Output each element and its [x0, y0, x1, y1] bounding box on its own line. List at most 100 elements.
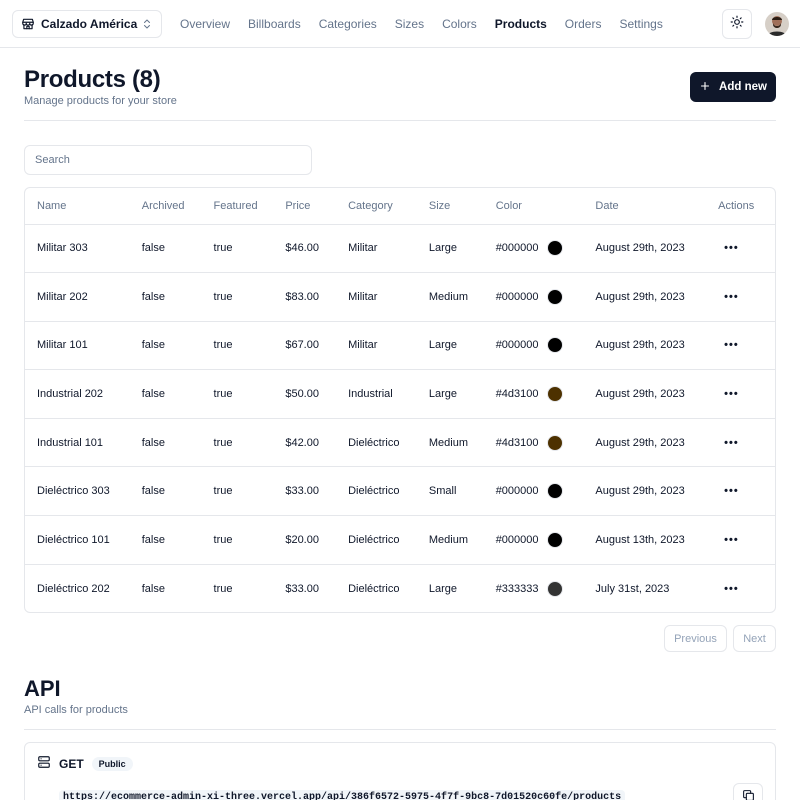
cell-name: Militar 101	[37, 339, 88, 352]
cell-size: Large	[428, 582, 458, 595]
nav-link-categories[interactable]: Categories	[319, 17, 377, 31]
add-new-button[interactable]: Add new	[690, 72, 776, 102]
cell-featured: true	[213, 436, 233, 449]
theme-toggle-button[interactable]	[722, 9, 752, 39]
cell-archived: false	[141, 485, 165, 498]
nav-link-orders[interactable]: Orders	[565, 17, 602, 31]
cell-name: Militar 303	[37, 242, 88, 255]
cell-date: July 31st, 2023	[595, 582, 670, 595]
more-horizontal-icon[interactable]: •••	[718, 291, 739, 303]
page-subtitle: Manage products for your store	[24, 95, 177, 107]
cell-category: Dieléctrico	[348, 582, 400, 595]
plus-icon	[699, 80, 711, 95]
nav-link-billboards[interactable]: Billboards	[248, 17, 301, 31]
more-horizontal-icon[interactable]: •••	[718, 437, 739, 449]
page-title: Products (8)	[24, 66, 161, 93]
cell-actions: •••	[706, 467, 775, 516]
cell-category: Militar	[348, 242, 378, 255]
public-badge: Public	[91, 756, 133, 771]
more-horizontal-icon[interactable]: •••	[718, 242, 739, 254]
more-horizontal-icon[interactable]: •••	[718, 339, 739, 351]
table-row: Dieléctrico 101 false true $20.00 Dieléctric…	[25, 516, 775, 565]
cell-price: $50.00	[285, 388, 319, 401]
sun-icon	[730, 15, 744, 34]
cell-category: Dieléctrico	[348, 436, 400, 449]
column-header-name: Name	[25, 188, 130, 225]
cell-name: Dieléctrico 303	[37, 485, 110, 498]
cell-color: #000000	[484, 321, 584, 370]
next-button[interactable]: Next	[733, 625, 776, 652]
cell-featured: true	[213, 533, 233, 546]
color-swatch	[546, 531, 563, 548]
cell-date: August 29th, 2023	[595, 388, 685, 401]
cell-name: Industrial 101	[37, 436, 104, 449]
cell-featured: true	[213, 242, 233, 255]
add-new-label: Add new	[719, 81, 767, 93]
nav-link-settings[interactable]: Settings	[619, 17, 662, 31]
cell-date: August 29th, 2023	[595, 242, 685, 255]
cell-archived: false	[141, 290, 165, 303]
more-horizontal-icon[interactable]: •••	[718, 534, 739, 546]
cell-name: Militar 202	[37, 290, 88, 303]
previous-button[interactable]: Previous	[664, 625, 727, 652]
cell-featured: true	[213, 582, 233, 595]
color-swatch	[546, 483, 563, 500]
table-header-row: Name Archived Featured Price Category Size Col…	[25, 188, 775, 225]
store-icon	[21, 17, 35, 31]
cell-size: Medium	[428, 290, 469, 303]
store-switcher[interactable]: Calzado América	[12, 10, 162, 38]
cell-date: August 29th, 2023	[595, 339, 685, 352]
chevrons-up-down-icon	[141, 18, 153, 30]
column-header-price: Price	[273, 188, 337, 225]
api-method: GET	[59, 756, 84, 771]
color-swatch	[546, 240, 563, 257]
cell-category: Industrial	[348, 388, 393, 401]
api-subtitle: API calls for products	[24, 704, 128, 716]
divider	[24, 120, 776, 121]
column-header-color: Color	[483, 188, 584, 225]
cell-color: #4d3100	[484, 418, 584, 467]
cell-size: Medium	[428, 436, 469, 449]
more-horizontal-icon[interactable]: •••	[718, 485, 739, 497]
cell-featured: true	[213, 485, 233, 498]
avatar[interactable]	[765, 12, 789, 36]
server-icon	[37, 755, 51, 772]
cell-price: $46.00	[285, 242, 319, 255]
cell-price: $42.00	[285, 436, 319, 449]
cell-date: August 13th, 2023	[595, 533, 685, 546]
color-value: #000000	[495, 533, 539, 546]
table-body: Militar 303 false true $46.00 Militar Large #0…	[25, 224, 775, 612]
more-horizontal-icon[interactable]: •••	[718, 388, 739, 400]
nav-link-products[interactable]: Products	[495, 17, 547, 31]
cell-archived: false	[141, 533, 165, 546]
products-table: Name Archived Featured Price Category Size Col…	[24, 187, 776, 613]
cell-color: #000000	[484, 467, 584, 516]
column-header-archived: Archived	[129, 188, 202, 225]
cell-archived: false	[141, 242, 165, 255]
copy-button[interactable]	[733, 783, 763, 800]
cell-name: Dieléctrico 101	[37, 533, 110, 546]
table-row: Dieléctrico 303 false true $33.00 Dieléctric…	[25, 467, 775, 516]
cell-price: $67.00	[285, 339, 319, 352]
cell-actions: •••	[706, 224, 775, 273]
color-value: #4d3100	[495, 388, 539, 401]
more-horizontal-icon[interactable]: •••	[718, 583, 739, 595]
cell-name: Industrial 202	[37, 388, 104, 401]
api-header: GET Public	[37, 755, 133, 772]
cell-color: #000000	[484, 273, 584, 322]
nav-link-colors[interactable]: Colors	[442, 17, 477, 31]
cell-name: Dieléctrico 202	[37, 582, 110, 595]
cell-color: #333333	[484, 564, 584, 612]
color-swatch	[546, 386, 563, 403]
column-header-featured: Featured	[201, 188, 274, 225]
color-value: #000000	[495, 290, 539, 303]
api-alert-card: GET Public https://ecommerce-admin-xi-th…	[24, 742, 776, 800]
nav-link-overview[interactable]: Overview	[180, 17, 230, 31]
color-value: #4d3100	[495, 436, 539, 449]
color-value: #333333	[495, 582, 539, 595]
table-row: Industrial 202 false true $50.00 Industrial L…	[25, 370, 775, 419]
search-input[interactable]	[24, 145, 312, 175]
cell-date: August 29th, 2023	[595, 485, 685, 498]
cell-date: August 29th, 2023	[595, 290, 685, 303]
nav-link-sizes[interactable]: Sizes	[395, 17, 424, 31]
